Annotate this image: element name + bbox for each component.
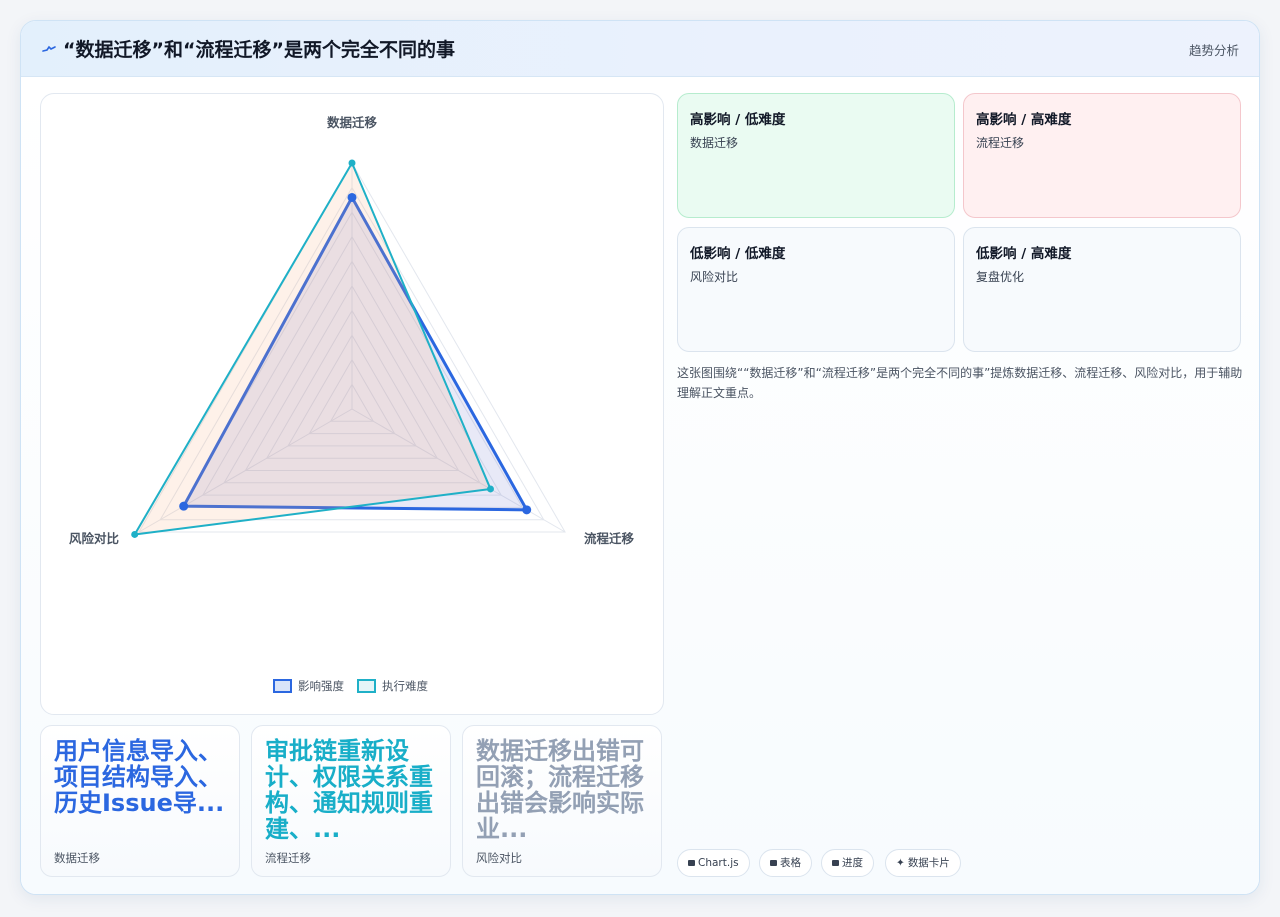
radar-axis-label: 数据迁移 xyxy=(326,115,378,130)
quadrant-item: 复盘优化 xyxy=(976,270,1025,284)
radar-point xyxy=(486,485,494,493)
chip-label: 表格 xyxy=(780,857,801,869)
summary-card-data-migration[interactable]: 用户信息导入、项目结构导入、历史Issue导... 数据迁移 xyxy=(40,725,240,877)
report-card: “数据迁移”和“流程迁移”是两个完全不同的事 趋势分析 数据迁移 流程迁移 风险对比… xyxy=(20,20,1260,895)
quadrant-item: 数据迁移 xyxy=(690,136,739,150)
quadrant-low-impact-high-difficulty: 低影响 / 高难度 复盘优化 xyxy=(963,227,1241,352)
summary-card-text: 数据迁移出错可回滚；流程迁移出错会影响实际业... xyxy=(476,738,644,843)
chip-label: 数据卡片 xyxy=(907,857,950,869)
quadrant-low-impact-low-difficulty: 低影响 / 低难度 风险对比 xyxy=(677,227,955,352)
quadrant-item: 流程迁移 xyxy=(976,136,1025,150)
card-header: “数据迁移”和“流程迁移”是两个完全不同的事 趋势分析 xyxy=(21,21,1259,77)
radar-axis-label: 风险对比 xyxy=(69,531,120,546)
summary-card-text: 审批链重新设计、权限关系重构、通知规则重建、... xyxy=(265,738,433,843)
quadrant-title: 低影响 / 高难度 xyxy=(976,246,1072,262)
summary-card-label: 流程迁移 xyxy=(265,851,311,865)
pulse-icon xyxy=(42,45,56,52)
chart-icon xyxy=(688,860,695,866)
quadrant-high-impact-high-difficulty: 高影响 / 高难度 流程迁移 xyxy=(963,93,1241,218)
quadrant-title: 高影响 / 高难度 xyxy=(976,112,1072,128)
summary-card-risk-compare[interactable]: 数据迁移出错可回滚；流程迁移出错会影响实际业... 风险对比 xyxy=(462,725,662,877)
page-title: “数据迁移”和“流程迁移”是两个完全不同的事 xyxy=(63,39,455,61)
summary-card-process-migration[interactable]: 审批链重新设计、权限关系重构、通知规则重建、... 流程迁移 xyxy=(251,725,451,877)
progress-icon xyxy=(832,860,839,866)
legend-swatch xyxy=(357,679,376,693)
chip-progress[interactable]: 进度 xyxy=(821,849,874,877)
chip-label: 进度 xyxy=(842,857,863,869)
quadrant-high-impact-low-difficulty: 高影响 / 低难度 数据迁移 xyxy=(677,93,955,218)
chip-label: Chart.js xyxy=(698,857,739,869)
radar-point xyxy=(179,501,189,511)
quadrant-title: 低影响 / 低难度 xyxy=(690,246,786,262)
legend-label: 影响强度 xyxy=(298,679,344,693)
radar-point xyxy=(348,159,356,167)
radar-axis-label: 流程迁移 xyxy=(584,531,635,546)
chip-data-card[interactable]: ✦ 数据卡片 xyxy=(885,849,961,877)
quadrant-title: 高影响 / 低难度 xyxy=(690,112,786,128)
legend-label: 执行难度 xyxy=(382,679,428,693)
summary-card-label: 数据迁移 xyxy=(54,851,100,865)
radar-point xyxy=(522,505,532,515)
chip-table[interactable]: 表格 xyxy=(759,849,812,877)
radar-chart: 数据迁移流程迁移 风险对比影响强度 执行难度 xyxy=(69,115,635,693)
trend-analysis-link[interactable]: 趋势分析 xyxy=(1189,40,1239,59)
summary-card-label: 风险对比 xyxy=(476,851,522,865)
quadrant-item: 风险对比 xyxy=(690,270,739,284)
chip-chartjs[interactable]: Chart.js xyxy=(677,849,750,877)
radar-chart-panel: 数据迁移流程迁移 风险对比影响强度 执行难度 xyxy=(40,93,664,715)
radar-point xyxy=(131,530,139,538)
radar-point xyxy=(347,192,357,202)
table-icon xyxy=(770,860,777,866)
summary-card-text: 用户信息导入、项目结构导入、历史Issue导... xyxy=(54,738,225,817)
chart-description: 这张图围绕““数据迁移”和“流程迁移”是两个完全不同的事”提炼数据迁移、流程迁移… xyxy=(677,366,1243,400)
legend-swatch xyxy=(273,679,292,693)
sparkle-icon: ✦ xyxy=(896,857,905,869)
